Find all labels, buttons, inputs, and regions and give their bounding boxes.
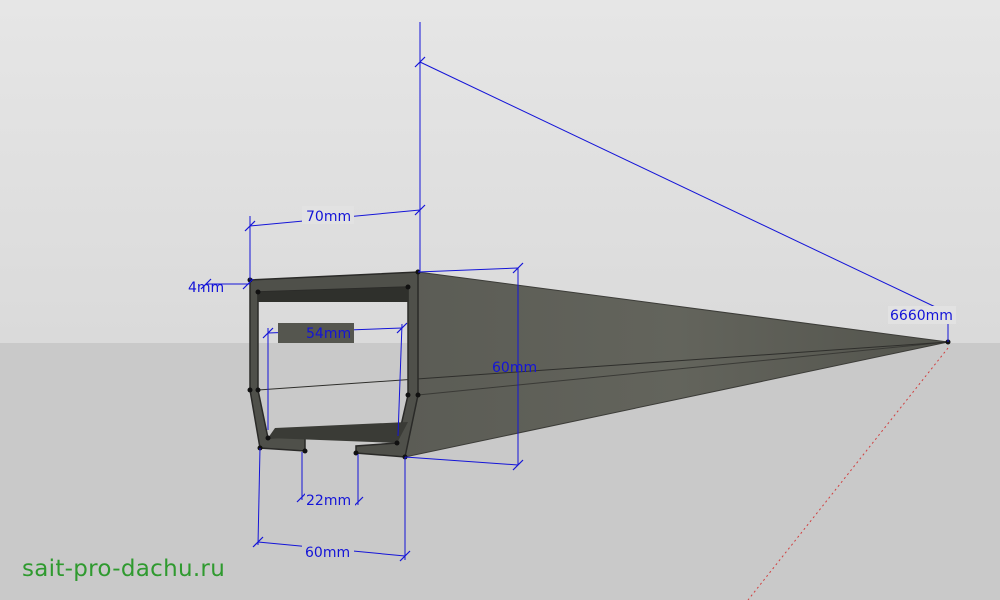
dim-width-bottom[interactable]: 60mm [305,545,350,561]
dim-width-top[interactable]: 70mm [306,209,351,225]
dim-length[interactable]: 6660mm [890,308,953,324]
dim-slot-width[interactable]: 22mm [306,493,351,509]
dim-height[interactable]: 60mm [492,360,537,376]
site-watermark: sait-pro-dachu.ru [22,556,226,582]
dim-inner-width[interactable]: 54mm [306,326,351,342]
dim-wall-thickness[interactable]: 4mm [188,280,224,296]
drawing-viewport[interactable]: 70mm 4mm 54mm 60mm 22mm 60mm 6660mm [0,0,1000,600]
